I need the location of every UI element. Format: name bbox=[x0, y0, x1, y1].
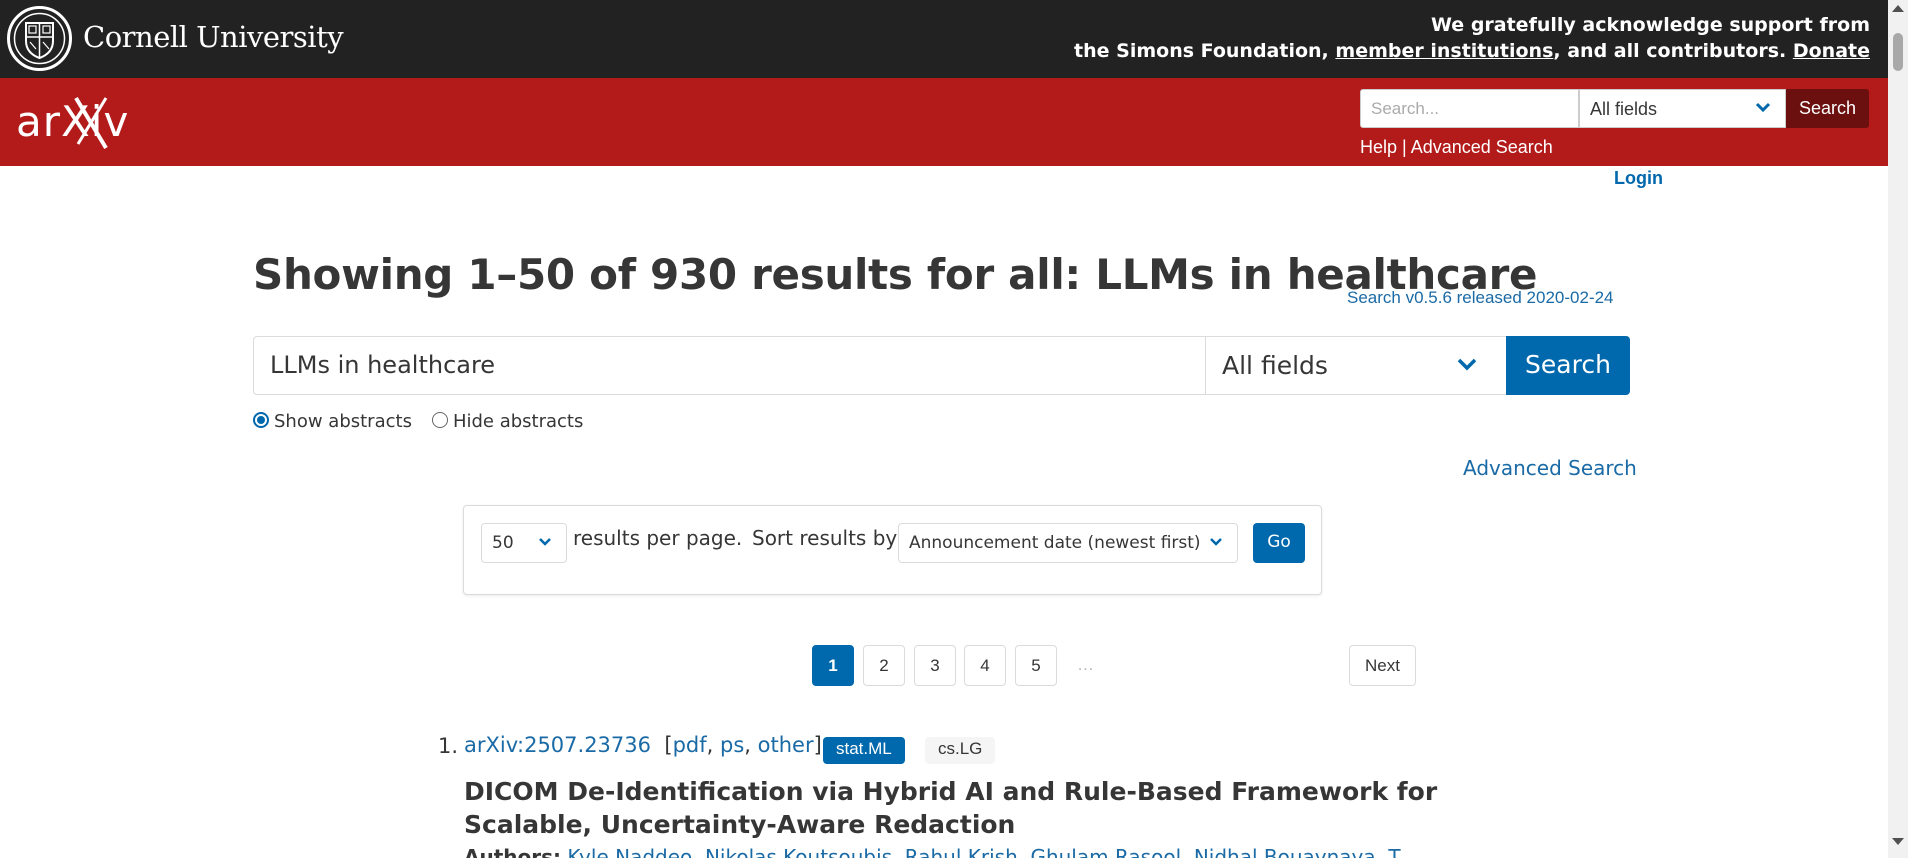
show-abstracts-label[interactable]: Show abstracts bbox=[274, 411, 412, 432]
primary-category-tag[interactable]: stat.ML bbox=[823, 737, 905, 764]
pagination-ellipsis: … bbox=[1077, 655, 1094, 674]
header-search-button[interactable]: Search bbox=[1786, 89, 1869, 128]
next-page-button[interactable]: Next bbox=[1349, 645, 1416, 686]
header-link-separator: | bbox=[1397, 137, 1411, 157]
main-search-button[interactable]: Search bbox=[1506, 336, 1630, 395]
vertical-scrollbar[interactable] bbox=[1888, 0, 1908, 858]
result-header: arXiv:2507.23736 [pdf, ps, other] bbox=[464, 733, 822, 757]
results-per-page-select[interactable]: 50 bbox=[481, 523, 567, 563]
chevron-down-icon bbox=[1457, 358, 1477, 371]
arxiv-id-link[interactable]: arXiv:2507.23736 bbox=[464, 733, 651, 757]
support-mid: , and all contributors. bbox=[1553, 40, 1793, 62]
abstracts-toggle: Show abstracts Hide abstracts bbox=[253, 411, 603, 432]
arxiv-logo-text: arXiv bbox=[16, 97, 129, 146]
authors-label: Authors: bbox=[464, 845, 562, 858]
search-version-link[interactable]: Search v0.5.6 released 2020-02-24 bbox=[1347, 288, 1614, 308]
cornell-banner: Cornell University We gratefully acknowl… bbox=[0, 0, 1888, 78]
go-button[interactable]: Go bbox=[1253, 523, 1305, 563]
support-prefix: the Simons Foundation, bbox=[1074, 40, 1336, 62]
main-field-select-value: All fields bbox=[1222, 351, 1328, 380]
page-link-2[interactable]: 2 bbox=[863, 645, 905, 686]
member-institutions-link[interactable]: member institutions bbox=[1335, 40, 1553, 62]
results-per-page-label: results per page. bbox=[573, 526, 743, 550]
header-field-select[interactable]: All fields bbox=[1579, 89, 1786, 128]
secondary-category-tag[interactable]: cs.LG bbox=[925, 737, 996, 764]
header-search-input[interactable]: Search... bbox=[1360, 89, 1579, 128]
support-line-1: We gratefully acknowledge support from bbox=[1431, 14, 1870, 36]
results-options-panel: 50 results per page. Sort results by Ann… bbox=[463, 505, 1322, 595]
sort-order-select[interactable]: Announcement date (newest first) bbox=[898, 523, 1238, 563]
page-link-4[interactable]: 4 bbox=[964, 645, 1006, 686]
bracket-close: ] bbox=[813, 733, 822, 757]
hide-abstracts-label[interactable]: Hide abstracts bbox=[453, 411, 583, 432]
show-abstracts-radio[interactable] bbox=[253, 411, 269, 428]
arxiv-logo[interactable]: arXiv bbox=[14, 92, 146, 152]
chevron-down-icon bbox=[539, 538, 551, 546]
help-link[interactable]: Help bbox=[1360, 137, 1397, 157]
support-message: We gratefully acknowledge support from t… bbox=[1074, 12, 1870, 64]
author-links[interactable]: Kyle Naddeo, Nikolas Koutsoubis, Rahul K… bbox=[567, 845, 1417, 858]
bracket-open: [ bbox=[664, 733, 673, 757]
scroll-thumb[interactable] bbox=[1893, 33, 1903, 71]
page-title: Showing 1–50 of 930 results for all: LLM… bbox=[253, 250, 1538, 299]
header-links: Help | Advanced Search bbox=[1360, 137, 1553, 158]
header-advanced-search-link[interactable]: Advanced Search bbox=[1411, 137, 1553, 157]
cornell-seal-icon[interactable] bbox=[6, 5, 73, 72]
main-field-select[interactable]: All fields bbox=[1205, 336, 1507, 395]
main-search-input[interactable]: LLMs in healthcare bbox=[253, 336, 1206, 395]
scroll-up-arrow-icon[interactable] bbox=[1892, 5, 1904, 12]
other-formats-link[interactable]: other bbox=[758, 733, 814, 757]
arxiv-header: arXiv Search... All fields Search Help |… bbox=[0, 78, 1888, 166]
page-link-3[interactable]: 3 bbox=[914, 645, 956, 686]
donate-link[interactable]: Donate bbox=[1793, 40, 1870, 62]
chevron-down-icon bbox=[1755, 102, 1771, 113]
cornell-university-name[interactable]: Cornell University bbox=[83, 20, 344, 54]
pdf-link[interactable]: pdf bbox=[673, 733, 707, 757]
hide-abstracts-radio[interactable] bbox=[431, 411, 448, 428]
header-field-select-value: All fields bbox=[1590, 99, 1658, 119]
support-line-2: the Simons Foundation, member institutio… bbox=[1074, 38, 1870, 64]
advanced-search-link[interactable]: Advanced Search bbox=[1463, 456, 1637, 480]
login-link[interactable]: Login bbox=[1614, 168, 1663, 189]
sort-label: Sort results by bbox=[752, 526, 898, 550]
result-title: DICOM De-Identification via Hybrid AI an… bbox=[464, 777, 1438, 839]
chevron-down-icon bbox=[1210, 538, 1222, 546]
sort-order-value: Announcement date (newest first) bbox=[909, 533, 1201, 553]
page-link-5[interactable]: 5 bbox=[1015, 645, 1057, 686]
ps-link[interactable]: ps bbox=[720, 733, 744, 757]
scroll-down-arrow-icon[interactable] bbox=[1892, 838, 1904, 845]
per-page-value: 50 bbox=[492, 533, 514, 553]
result-number: 1. bbox=[438, 734, 459, 758]
page-link-1[interactable]: 1 bbox=[812, 645, 854, 686]
result-authors: Authors: Kyle Naddeo, Nikolas Koutsoubis… bbox=[464, 845, 1417, 858]
